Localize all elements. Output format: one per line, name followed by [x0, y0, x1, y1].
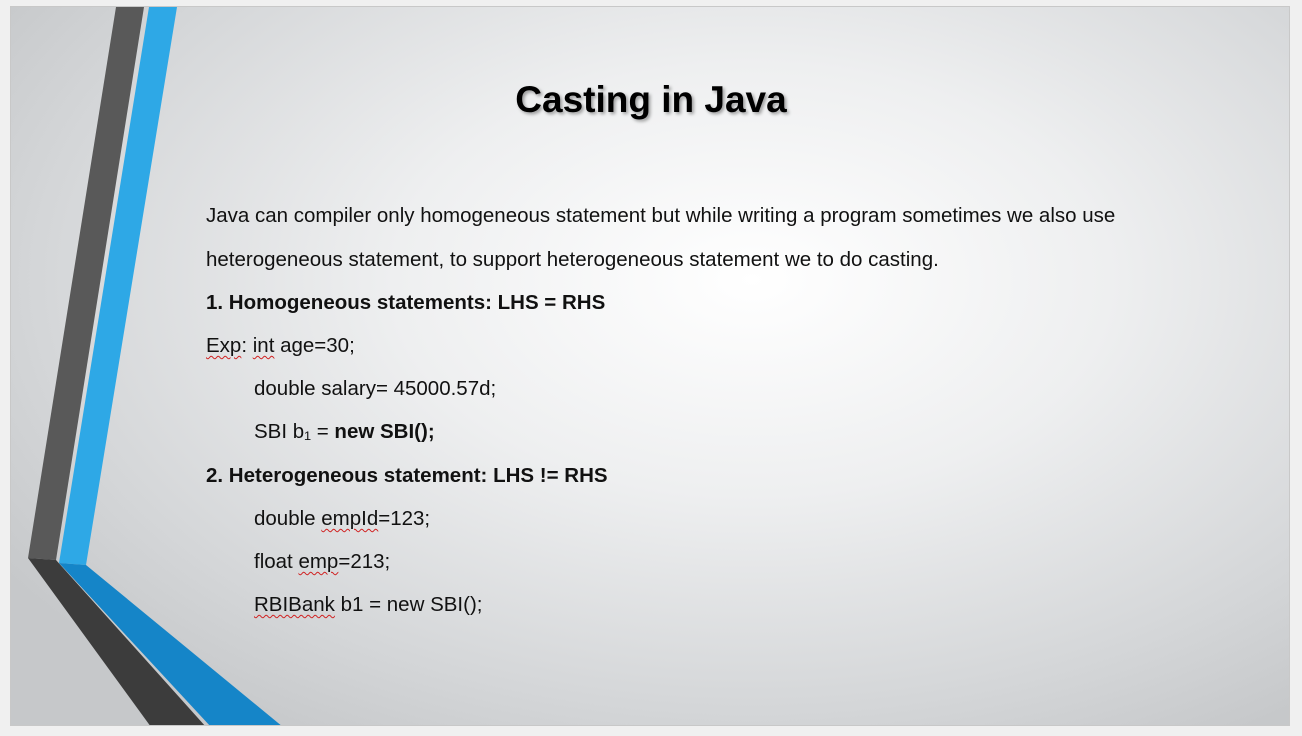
- empid-value: =123;: [378, 507, 431, 530]
- emp-line: float emp=213;: [254, 550, 390, 574]
- sbi-plain: SBI b₁ =: [254, 420, 335, 443]
- exp-label: Exp: [206, 334, 242, 357]
- age-text: age=30;: [274, 334, 355, 357]
- salary-line: double salary= 45000.57d;: [254, 377, 497, 400]
- empid-type: double: [254, 507, 322, 530]
- example-int-line: Exp: int age=30;: [206, 334, 355, 358]
- emp-name: emp: [298, 550, 339, 573]
- sbi-line: SBI b₁ = new SBI();: [254, 420, 435, 444]
- section-heterogeneous: 2. Heterogeneous statement: LHS != RHS: [206, 464, 608, 487]
- emp-value: =213;: [338, 550, 391, 573]
- empid-line: double empId=123;: [254, 507, 430, 531]
- intro-line-2: heterogeneous statement, to support hete…: [206, 248, 939, 271]
- slide-title: Casting in Java: [515, 79, 787, 120]
- emp-type: float: [254, 550, 299, 573]
- rbibank-line: RBIBank b1 = new SBI();: [254, 593, 482, 617]
- int-keyword: int: [252, 334, 275, 357]
- rbibank-rest: b1 = new SBI();: [334, 593, 483, 616]
- sbi-bold: new SBI();: [334, 420, 435, 443]
- empid-name: empId: [321, 507, 379, 530]
- section-homogeneous: 1. Homogeneous statements: LHS = RHS: [206, 291, 606, 314]
- rbibank-type: RBIBank: [254, 593, 335, 616]
- intro-line-1: Java can compiler only homogeneous state…: [206, 204, 1116, 227]
- colon: :: [241, 334, 253, 357]
- slide: Casting in Java Java can compiler only h…: [10, 6, 1290, 726]
